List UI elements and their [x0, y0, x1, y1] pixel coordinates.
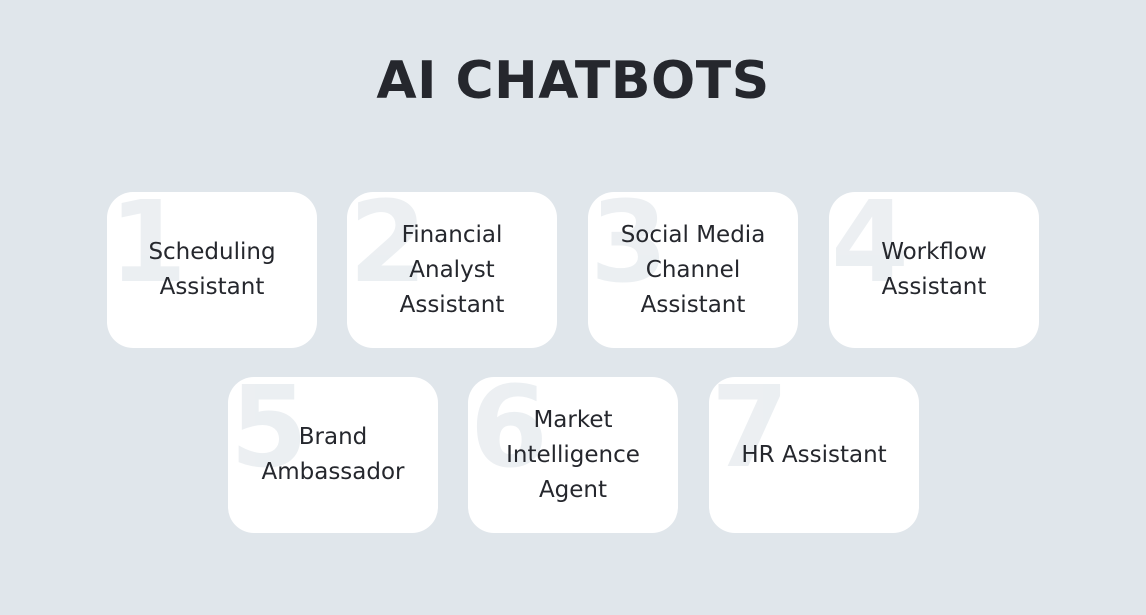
card-label-wrapper: Financial Analyst Assistant	[347, 192, 557, 348]
chatbot-card-social-media-channel-assistant: 3 Social Media Channel Assistant	[588, 192, 798, 348]
page-title: AI CHATBOTS	[376, 51, 770, 111]
card-label: Financial Analyst Assistant	[399, 221, 505, 318]
card-label: HR Assistant	[741, 441, 887, 468]
chatbot-card-market-intelligence-agent: 6 Market Intelligence Agent	[468, 377, 678, 533]
card-label: Brand Ambassador	[261, 424, 405, 485]
chatbot-card-workflow-assistant: 4 Workflow Assistant	[829, 192, 1039, 348]
card-label-wrapper: Market Intelligence Agent	[468, 377, 678, 533]
chatbot-card-financial-analyst-assistant: 2 Financial Analyst Assistant	[347, 192, 557, 348]
chatbot-card-hr-assistant: 7 HR Assistant	[709, 377, 919, 533]
card-label-wrapper: Scheduling Assistant	[107, 192, 317, 348]
card-label-wrapper: Brand Ambassador	[228, 377, 438, 533]
card-label: Workflow Assistant	[881, 239, 987, 300]
chatbot-card-brand-ambassador: 5 Brand Ambassador	[228, 377, 438, 533]
card-label: Market Intelligence Agent	[506, 406, 640, 503]
chatbot-card-scheduling-assistant: 1 Scheduling Assistant	[107, 192, 317, 348]
card-label-wrapper: Social Media Channel Assistant	[588, 192, 798, 348]
card-label-wrapper: Workflow Assistant	[829, 192, 1039, 348]
card-label: Scheduling Assistant	[148, 239, 276, 300]
card-label: Social Media Channel Assistant	[620, 221, 766, 318]
card-label-wrapper: HR Assistant	[709, 377, 919, 533]
